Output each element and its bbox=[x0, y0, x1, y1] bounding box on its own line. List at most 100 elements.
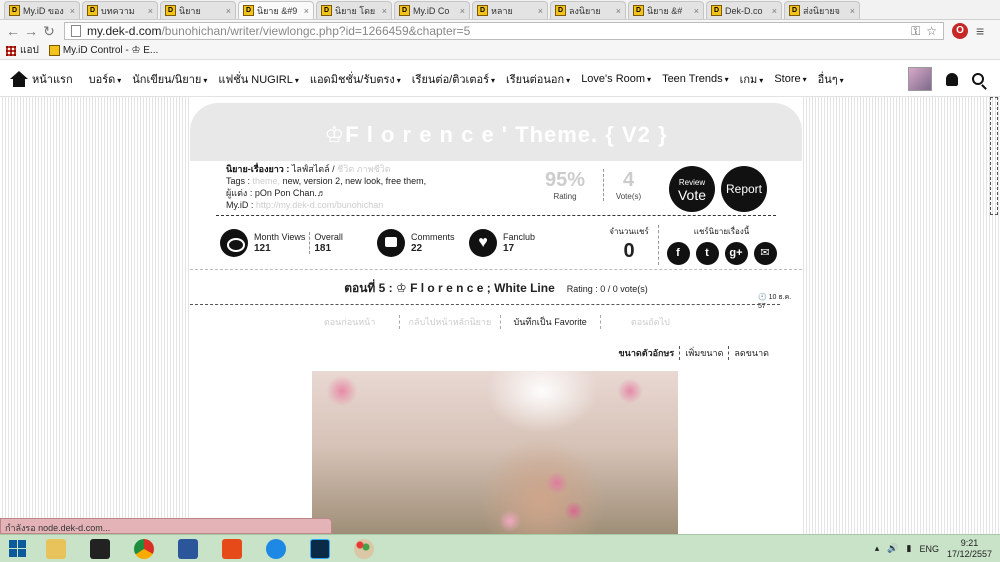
google-plus-icon[interactable]: g+ bbox=[724, 242, 748, 265]
url-bar[interactable]: my.dek-d.com/bunohichan/writer/viewlongc… bbox=[64, 22, 944, 40]
taskbar-office[interactable] bbox=[210, 536, 254, 562]
nav-more[interactable]: อื่นๆ ▾ bbox=[818, 70, 844, 88]
forward-arrow-icon[interactable]: → bbox=[22, 21, 40, 41]
star-icon[interactable]: ☆ bbox=[926, 24, 937, 39]
browser-tab[interactable]: D My.iD Co × bbox=[394, 1, 470, 19]
tab-close-icon[interactable]: × bbox=[850, 6, 855, 16]
vote-label: Vote(s) bbox=[615, 192, 642, 201]
email-icon[interactable]: ✉ bbox=[753, 242, 777, 265]
taskbar-photoshop[interactable] bbox=[298, 536, 342, 562]
facebook-icon[interactable]: f bbox=[666, 242, 690, 265]
report-button[interactable]: Report bbox=[721, 166, 767, 212]
tab-title: นิยาย โดย bbox=[335, 5, 376, 16]
nav-teen-trends[interactable]: Teen Trends ▾ bbox=[662, 73, 729, 85]
nav-label: แฟชั่น NUGIRL bbox=[218, 73, 293, 86]
browser-tab[interactable]: D หลาย × bbox=[472, 1, 548, 19]
taskbar-chrome[interactable] bbox=[122, 536, 166, 562]
home-icon[interactable] bbox=[10, 70, 28, 87]
tab-title: นิยาย &#9 bbox=[257, 5, 298, 16]
nav-fashion[interactable]: แฟชั่น NUGIRL ▾ bbox=[218, 70, 299, 88]
browser-tab[interactable]: D นิยาย &# × bbox=[628, 1, 704, 19]
nav-store[interactable]: Store ▾ bbox=[774, 73, 806, 85]
language-indicator[interactable]: ENG bbox=[919, 544, 939, 554]
tray-expand-icon[interactable]: ▴ bbox=[875, 543, 880, 554]
browser-tab[interactable]: D นิยาย โดย × bbox=[316, 1, 392, 19]
next-chapter-link[interactable]: ตอนถัดไป bbox=[601, 315, 700, 329]
tab-close-icon[interactable]: × bbox=[694, 6, 699, 16]
clock[interactable]: 9:21 17/12/2557 bbox=[947, 538, 992, 560]
tag-theme[interactable]: theme, bbox=[253, 176, 281, 186]
browser-tab[interactable]: D My.iD ของ × bbox=[4, 1, 80, 19]
overall-label: Overall bbox=[314, 232, 343, 242]
reload-icon[interactable]: ↻ bbox=[40, 21, 58, 41]
page-icon bbox=[71, 25, 81, 37]
stat-comments[interactable]: Comments 22 bbox=[377, 229, 455, 257]
nav-label: เรียนต่อนอก bbox=[506, 73, 565, 86]
taskbar-explorer[interactable] bbox=[34, 536, 78, 562]
dotted-edge-decoration bbox=[990, 97, 998, 215]
twitter-icon[interactable]: t bbox=[695, 242, 719, 265]
type-value[interactable]: ไลฟ์สไตล์ / bbox=[292, 164, 335, 174]
bookmark-myid-control[interactable]: My.iD Control - ♔ E... bbox=[48, 44, 159, 57]
browser-tab[interactable]: D ลงนิยาย × bbox=[550, 1, 626, 19]
back-arrow-icon[interactable]: ← bbox=[4, 21, 22, 41]
decrease-font-button[interactable]: ลดขนาด bbox=[729, 346, 774, 360]
search-icon[interactable] bbox=[972, 73, 984, 85]
browser-tab[interactable]: D บทความ × bbox=[82, 1, 158, 19]
nav-tutor[interactable]: เรียนต่อ/ติวเตอร์ ▾ bbox=[412, 70, 495, 88]
site-nav: หน้าแรก บอร์ด ▾ นักเขียน/นิยาย ▾ แฟชั่น NU… bbox=[0, 61, 1000, 97]
volume-icon[interactable]: 🔊 bbox=[887, 543, 898, 554]
windows-start-button[interactable] bbox=[0, 535, 34, 562]
tab-close-icon[interactable]: × bbox=[538, 6, 543, 16]
user-avatar[interactable] bbox=[908, 67, 932, 91]
chevron-down-icon: ▾ bbox=[294, 75, 299, 85]
chevron-down-icon: ▾ bbox=[839, 75, 844, 85]
bookmark-favicon-icon bbox=[48, 44, 60, 56]
save-favorite-link[interactable]: บันทึกเป็น Favorite bbox=[501, 315, 601, 329]
back-to-novel-link[interactable]: กลับไปหน้าหลักนิยาย bbox=[400, 315, 501, 329]
browser-tab[interactable]: D นิยาย × bbox=[160, 1, 236, 19]
tab-close-icon[interactable]: × bbox=[304, 6, 309, 16]
chrome-menu-icon[interactable]: ≡ bbox=[976, 23, 984, 39]
nav-home[interactable]: หน้าแรก bbox=[32, 70, 73, 88]
taskbar-ie[interactable] bbox=[254, 536, 298, 562]
tab-close-icon[interactable]: × bbox=[70, 6, 75, 16]
tab-close-icon[interactable]: × bbox=[148, 6, 153, 16]
bookmarks-bar: แอป My.iD Control - ♔ E... bbox=[0, 42, 1000, 60]
nav-game[interactable]: เกม ▾ bbox=[740, 70, 764, 88]
divider bbox=[190, 304, 780, 305]
tags-list[interactable]: new, version 2, new look, free them, bbox=[283, 176, 427, 186]
review-vote-button[interactable]: Review Vote bbox=[669, 166, 715, 212]
font-size-controls: ขนาดตัวอักษร เพิ่มขนาด ลดขนาด bbox=[614, 346, 774, 360]
apps-label: แอป bbox=[20, 45, 39, 56]
browser-tab[interactable]: D ส่งนิยายจ × bbox=[784, 1, 860, 19]
apps-shortcut[interactable]: แอป bbox=[6, 43, 39, 58]
nav-writer[interactable]: นักเขียน/นิยาย ▾ bbox=[132, 70, 207, 88]
tab-close-icon[interactable]: × bbox=[460, 6, 465, 16]
bell-icon[interactable] bbox=[946, 72, 958, 86]
key-icon[interactable]: ⚿ bbox=[911, 24, 920, 39]
stat-fanclub[interactable]: Fanclub17 bbox=[469, 229, 535, 257]
network-icon[interactable]: ▮ bbox=[906, 543, 911, 554]
tab-close-icon[interactable]: × bbox=[226, 6, 231, 16]
nav-study-abroad[interactable]: เรียนต่อนอก ▾ bbox=[506, 70, 570, 88]
tab-close-icon[interactable]: × bbox=[616, 6, 621, 16]
nav-loves-room[interactable]: Love's Room ▾ bbox=[581, 73, 651, 85]
tab-close-icon[interactable]: × bbox=[772, 6, 777, 16]
taskbar-word[interactable] bbox=[166, 536, 210, 562]
nav-admission[interactable]: แอดมิชชั่น/รับตรง ▾ bbox=[310, 70, 401, 88]
increase-font-button[interactable]: เพิ่มขนาด bbox=[680, 346, 730, 360]
bookmark-label: My.iD Control - ♔ E... bbox=[62, 45, 159, 57]
taskbar-paint[interactable] bbox=[342, 536, 386, 562]
taskbar-start-app[interactable] bbox=[78, 536, 122, 562]
extension-icon[interactable]: O bbox=[952, 23, 968, 39]
nav-board[interactable]: บอร์ด ▾ bbox=[89, 70, 122, 88]
chapter-navigation: ตอนก่อนหน้า กลับไปหน้าหลักนิยาย บันทึกเป… bbox=[300, 315, 700, 329]
prev-chapter-link[interactable]: ตอนก่อนหน้า bbox=[300, 315, 401, 329]
tab-close-icon[interactable]: × bbox=[382, 6, 387, 16]
type-value-muted[interactable]: ชีวิต ภาพชีวิต bbox=[337, 164, 390, 174]
author-name[interactable]: pOn Pon Chan.♬ bbox=[255, 188, 326, 198]
myid-link[interactable]: http://my.dek-d.com/bunohichan bbox=[256, 200, 383, 210]
browser-tab[interactable]: D Dek-D.co × bbox=[706, 1, 782, 19]
browser-tab-active[interactable]: D นิยาย &#9 × bbox=[238, 1, 314, 19]
